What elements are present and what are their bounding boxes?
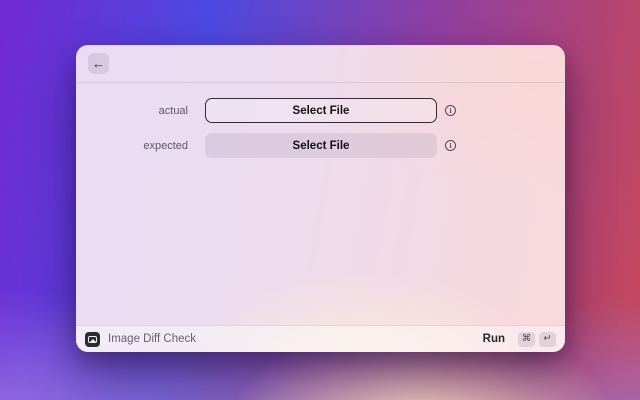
- back-button[interactable]: ←: [88, 53, 109, 74]
- form-area: actual Select File i expected Select Fil…: [76, 83, 565, 325]
- actual-info-icon[interactable]: i: [445, 105, 456, 116]
- run-button[interactable]: Run: [483, 333, 505, 345]
- expected-select-file-button[interactable]: Select File: [205, 133, 437, 158]
- back-arrow-icon: ←: [92, 57, 105, 70]
- actual-label: actual: [76, 105, 188, 117]
- image-icon: [85, 332, 100, 347]
- expected-label: expected: [76, 140, 188, 152]
- app-name: Image Diff Check: [108, 333, 196, 345]
- return-key-icon: ↵: [539, 332, 556, 347]
- form-row-actual: actual Select File i: [76, 98, 565, 123]
- window-header: ←: [76, 45, 565, 83]
- command-key-icon: ⌘: [518, 332, 535, 347]
- desktop-background: ← actual Select File i expected Select F…: [0, 0, 640, 400]
- actual-select-file-button[interactable]: Select File: [205, 98, 437, 123]
- image-icon-glyph: [88, 336, 97, 343]
- window-footer: Image Diff Check Run ⌘ ↵: [76, 325, 565, 352]
- expected-info-icon[interactable]: i: [445, 140, 456, 151]
- form-row-expected: expected Select File i: [76, 133, 565, 158]
- image-diff-check-window: ← actual Select File i expected Select F…: [76, 45, 565, 352]
